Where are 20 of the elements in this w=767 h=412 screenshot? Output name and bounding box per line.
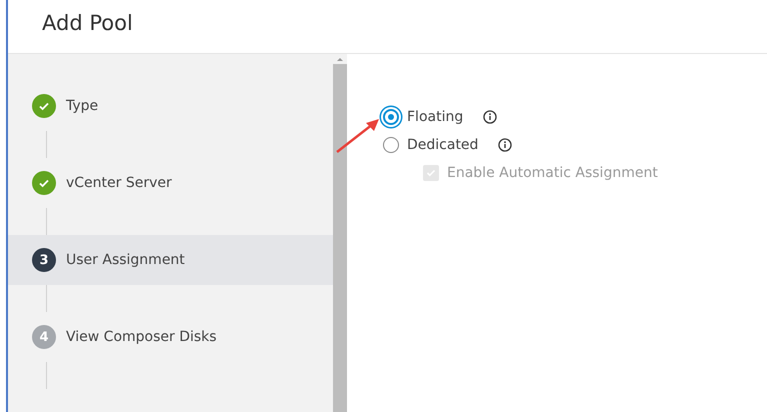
radio-button[interactable] [383,137,399,153]
check-icon [32,171,56,195]
check-icon [32,94,56,118]
scrollbar[interactable] [333,54,347,412]
step-number: 4 [32,325,56,349]
info-icon[interactable] [483,110,498,124]
scroll-up-icon[interactable] [333,54,347,64]
wizard-step[interactable]: 4 View Composer Disks [8,312,333,362]
wizard-step[interactable]: Type [8,81,333,131]
wizard-step[interactable]: 3 User Assignment [8,235,333,285]
option-label: Floating [407,109,464,125]
info-icon[interactable] [498,138,512,152]
radio-button[interactable] [383,109,399,125]
step-number: 3 [32,248,56,272]
checkbox-label: Enable Automatic Assignment [447,165,658,181]
option-label: Dedicated [407,137,478,153]
wizard-step[interactable]: vCenter Server [8,158,333,208]
dialog-title: Add Pool [42,10,133,34]
check-icon [426,168,436,178]
annotation-arrow [335,116,381,154]
